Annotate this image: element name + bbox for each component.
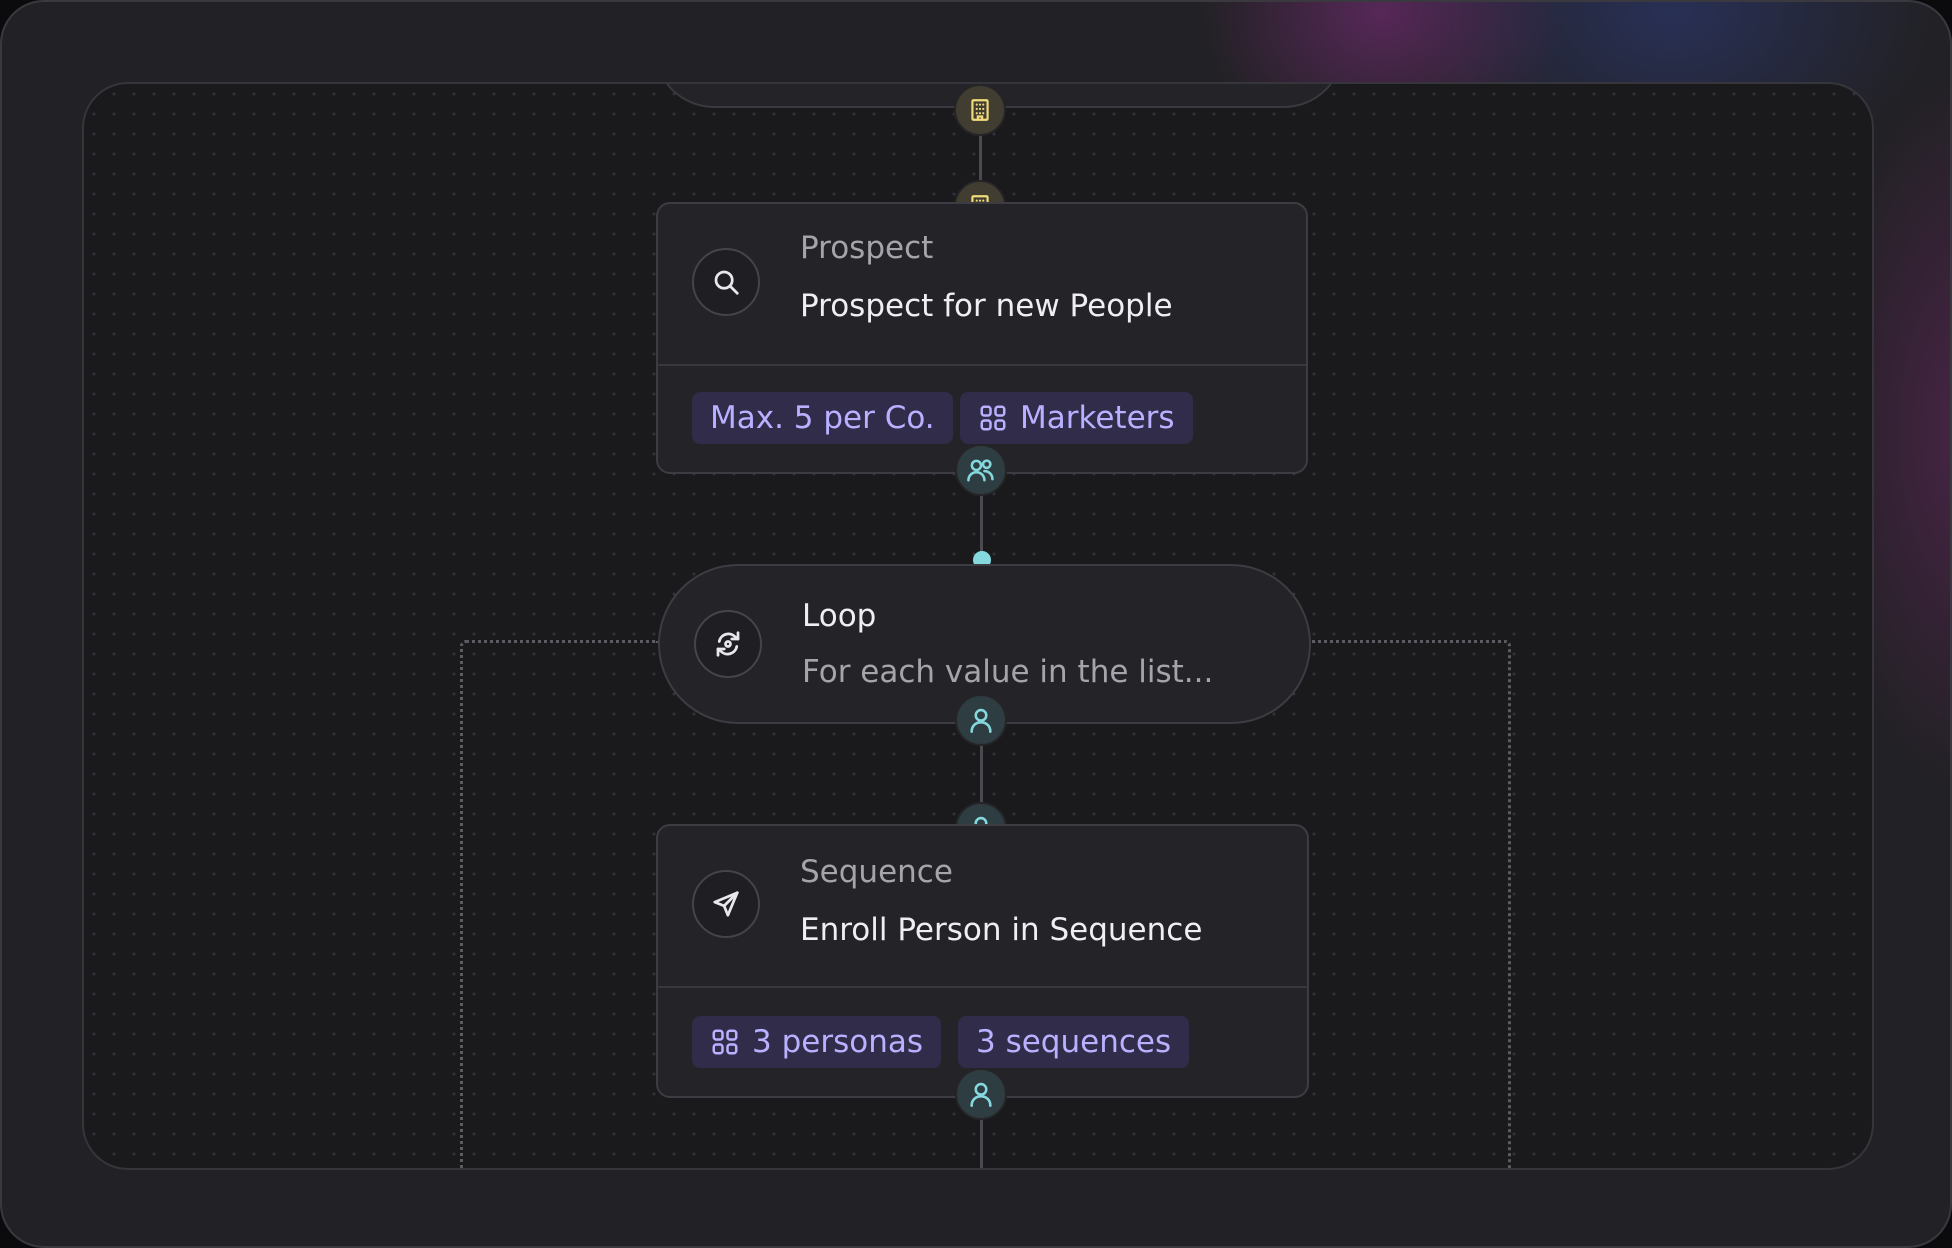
refresh-loop-icon bbox=[716, 631, 740, 657]
sequence-output-port[interactable] bbox=[955, 1068, 1007, 1120]
loop-back-right-line bbox=[1312, 640, 1511, 1168]
chip-label: 3 sequences bbox=[976, 1024, 1172, 1060]
loop-title: Loop bbox=[802, 598, 877, 634]
chip-label: 3 personas bbox=[752, 1024, 923, 1060]
prospect-step-card[interactable]: Prospect Prospect for new People Max. 5 … bbox=[656, 202, 1308, 474]
sequences-chip[interactable]: 3 sequences bbox=[958, 1016, 1190, 1068]
grid-icon bbox=[712, 1029, 738, 1055]
sequence-title: Enroll Person in Sequence bbox=[800, 912, 1203, 948]
grid-icon bbox=[980, 405, 1006, 431]
chip-label: Marketers bbox=[1020, 400, 1175, 436]
workflow-frame: Prospect Prospect for new People Max. 5 … bbox=[0, 0, 1952, 1248]
prospect-title: Prospect for new People bbox=[800, 288, 1173, 324]
search-icon bbox=[714, 270, 739, 295]
person-output-port[interactable] bbox=[955, 694, 1007, 746]
prospect-category: Prospect bbox=[800, 230, 934, 266]
send-icon bbox=[713, 891, 739, 917]
company-output-port[interactable] bbox=[954, 84, 1006, 136]
max-per-company-chip[interactable]: Max. 5 per Co. bbox=[692, 392, 953, 444]
user-icon bbox=[970, 708, 992, 733]
personas-chip[interactable]: 3 personas bbox=[692, 1016, 941, 1068]
users-icon bbox=[967, 459, 994, 482]
loop-subtitle: For each value in the list... bbox=[802, 654, 1214, 690]
chip-label: Max. 5 per Co. bbox=[710, 400, 935, 436]
people-output-port[interactable] bbox=[955, 444, 1007, 496]
building-icon bbox=[971, 99, 989, 121]
sequence-icon-badge bbox=[692, 870, 760, 938]
loop-back-left-line bbox=[460, 640, 659, 1168]
sequence-category: Sequence bbox=[800, 854, 953, 890]
user-icon bbox=[970, 1082, 992, 1107]
workflow-canvas[interactable]: Prospect Prospect for new People Max. 5 … bbox=[82, 82, 1874, 1170]
prospect-icon-badge bbox=[692, 248, 760, 316]
loop-icon-badge bbox=[694, 610, 762, 678]
sequence-step-card[interactable]: Sequence Enroll Person in Sequence 3 per… bbox=[656, 824, 1309, 1098]
persona-chip[interactable]: Marketers bbox=[960, 392, 1193, 444]
sequence-card-header: Sequence Enroll Person in Sequence bbox=[658, 826, 1307, 988]
prospect-card-header: Prospect Prospect for new People bbox=[658, 204, 1306, 366]
